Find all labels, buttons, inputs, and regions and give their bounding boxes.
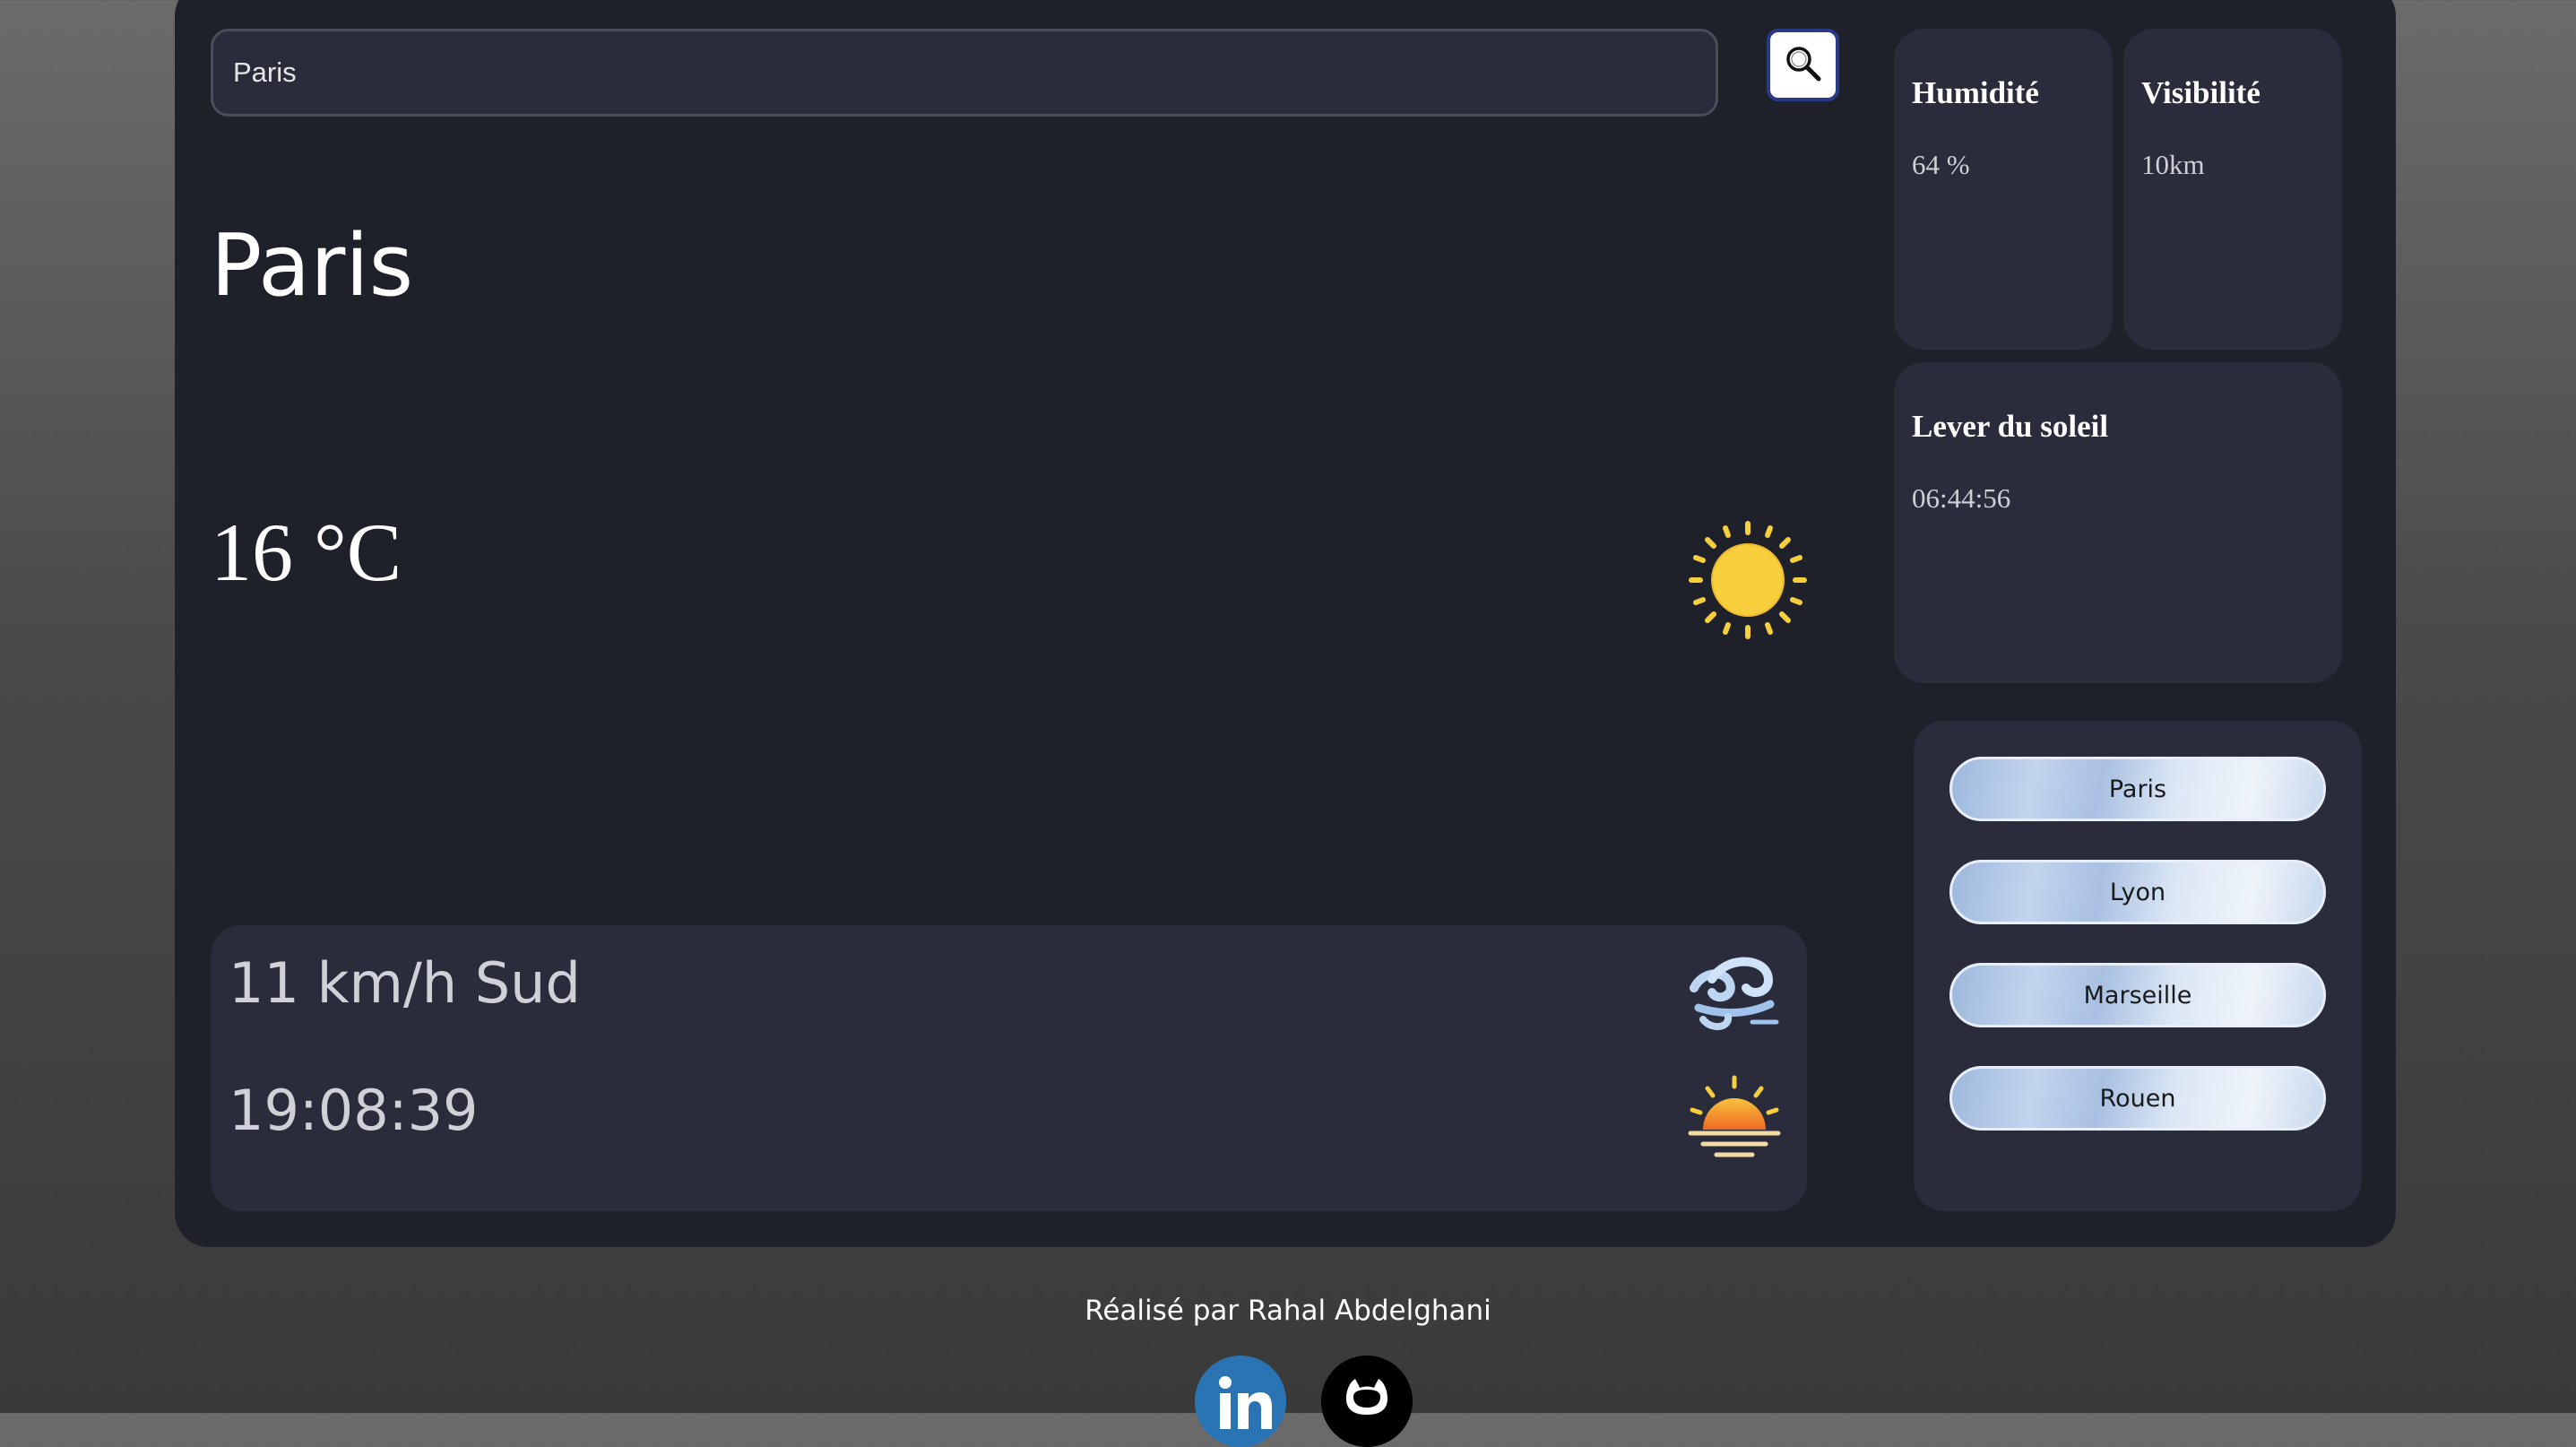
visibility-value: 10km	[2141, 149, 2205, 180]
sunrise-value: 06:44:56	[1912, 482, 2011, 514]
quick-cities-panel: Paris Lyon Marseille Rouen	[1914, 721, 2362, 1211]
visibility-tile: Visibilité 10km	[2123, 29, 2342, 350]
humidity-value: 64 %	[1912, 149, 1970, 180]
wind-sunset-card: 11 km/h Sud 19:08:39	[211, 925, 1807, 1211]
city-button-paris[interactable]: Paris	[1949, 757, 2326, 821]
linkedin-link[interactable]	[1195, 1356, 1286, 1447]
city-button-lyon[interactable]: Lyon	[1949, 860, 2326, 924]
sunset-time: 19:08:39	[229, 1078, 479, 1143]
wind-icon	[1685, 952, 1784, 1037]
city-name: Paris	[211, 217, 414, 316]
city-button-marseille[interactable]: Marseille	[1949, 963, 2326, 1027]
wind-speed: 11 km/h Sud	[229, 950, 581, 1016]
weather-app-card: Paris 16 °C	[175, 0, 2396, 1247]
city-button-rouen[interactable]: Rouen	[1949, 1066, 2326, 1131]
humidity-title: Humidité	[1912, 75, 2039, 110]
github-icon	[1321, 1356, 1413, 1447]
sun-icon	[1688, 520, 1808, 645]
search-input[interactable]	[211, 29, 1718, 117]
humidity-tile: Humidité 64 %	[1894, 29, 2113, 350]
sunrise-title: Lever du soleil	[1912, 409, 2109, 444]
linkedin-icon	[1195, 1356, 1286, 1447]
sunset-icon	[1685, 1074, 1784, 1168]
magnifier-icon	[1784, 44, 1823, 86]
visibility-title: Visibilité	[2141, 75, 2260, 110]
footer-credit: Réalisé par Rahal Abdelghani	[1085, 1295, 1491, 1327]
search-button[interactable]	[1767, 29, 1839, 101]
temperature: 16 °C	[211, 507, 402, 598]
sunrise-tile: Lever du soleil 06:44:56	[1894, 362, 2342, 683]
github-link[interactable]	[1321, 1356, 1413, 1447]
